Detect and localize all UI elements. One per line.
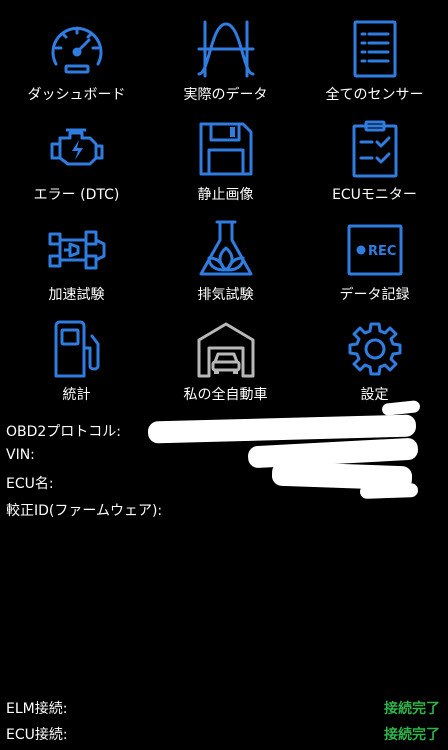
- menu-error-dtc-label: エラー (DTC): [33, 187, 120, 203]
- clipboard-check-icon: [344, 118, 406, 180]
- menu-acceleration-test-label: 加速試験: [48, 287, 105, 303]
- rec-icon: REC: [344, 218, 406, 280]
- menu-live-data[interactable]: 実際のデータ: [151, 14, 300, 110]
- sine-wave-icon: [195, 18, 257, 80]
- floppy-disk-icon: [195, 118, 257, 180]
- menu-error-dtc[interactable]: エラー (DTC): [2, 114, 151, 210]
- elm-connection-label: ELM接続:: [6, 701, 68, 717]
- ecu-name-label: ECU名:: [6, 476, 54, 492]
- race-car-icon: [46, 218, 108, 280]
- menu-emission-test[interactable]: 排気試験: [151, 214, 300, 310]
- engine-warning-icon: [46, 118, 108, 180]
- vin-label: VIN:: [6, 447, 35, 463]
- redaction-tail: [381, 400, 421, 416]
- menu-my-garage[interactable]: 私の全自動車: [151, 314, 300, 410]
- gear-icon: [344, 318, 406, 380]
- list-document-icon: [344, 18, 406, 80]
- menu-data-logging-label: データ記録: [339, 287, 410, 303]
- menu-my-garage-label: 私の全自動車: [183, 387, 268, 403]
- menu-all-sensors[interactable]: 全てのセンサー: [300, 14, 448, 110]
- menu-statistics[interactable]: 統計: [2, 314, 151, 410]
- menu-dashboard-label: ダッシュボード: [27, 87, 126, 103]
- ecu-connection-label: ECU接続:: [6, 727, 68, 743]
- menu-live-data-label: 実際のデータ: [183, 87, 268, 103]
- obd2-protocol-label: OBD2プロトコル:: [6, 424, 122, 440]
- flask-leaf-icon: [195, 218, 257, 280]
- rec-text: REC: [368, 244, 396, 259]
- speedometer-icon: [46, 18, 108, 80]
- firmware-label: 較正ID(ファームウェア):: [6, 503, 163, 519]
- menu-ecu-monitor-label: ECUモニター: [332, 187, 417, 203]
- garage-car-icon: [195, 318, 257, 380]
- menu-statistics-label: 統計: [62, 387, 91, 403]
- fuel-pump-icon: [46, 318, 108, 380]
- menu-acceleration-test[interactable]: 加速試験: [2, 214, 151, 310]
- menu-freeze-frame-label: 静止画像: [197, 187, 254, 203]
- menu-all-sensors-label: 全てのセンサー: [325, 87, 424, 103]
- menu-freeze-frame[interactable]: 静止画像: [151, 114, 300, 210]
- ecu-connection-status: 接続完了: [384, 727, 440, 743]
- menu-data-logging[interactable]: REC データ記録: [300, 214, 448, 310]
- menu-ecu-monitor[interactable]: ECUモニター: [300, 114, 448, 210]
- redaction-firmware: [359, 482, 419, 500]
- menu-settings-label: 設定: [360, 387, 389, 403]
- elm-connection-status: 接続完了: [384, 701, 440, 717]
- menu-dashboard[interactable]: ダッシュボード: [2, 14, 151, 110]
- menu-emission-test-label: 排気試験: [197, 287, 254, 303]
- menu-settings[interactable]: 設定: [300, 314, 448, 410]
